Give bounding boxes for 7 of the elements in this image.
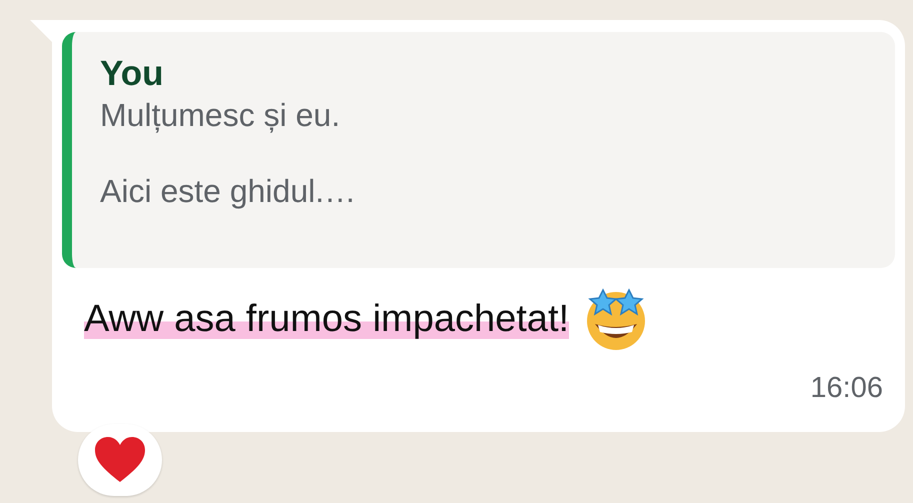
quoted-message[interactable]: You Mulțumesc și eu. Aici este ghidul.… xyxy=(62,32,895,268)
quote-author: You xyxy=(100,53,165,95)
heart-icon xyxy=(94,436,146,484)
reaction-button[interactable] xyxy=(78,424,162,496)
message-time: 16:06 xyxy=(810,372,883,405)
quote-text: Aici este ghidul.… xyxy=(100,172,356,210)
quote-text: Mulțumesc și eu. xyxy=(100,96,342,134)
